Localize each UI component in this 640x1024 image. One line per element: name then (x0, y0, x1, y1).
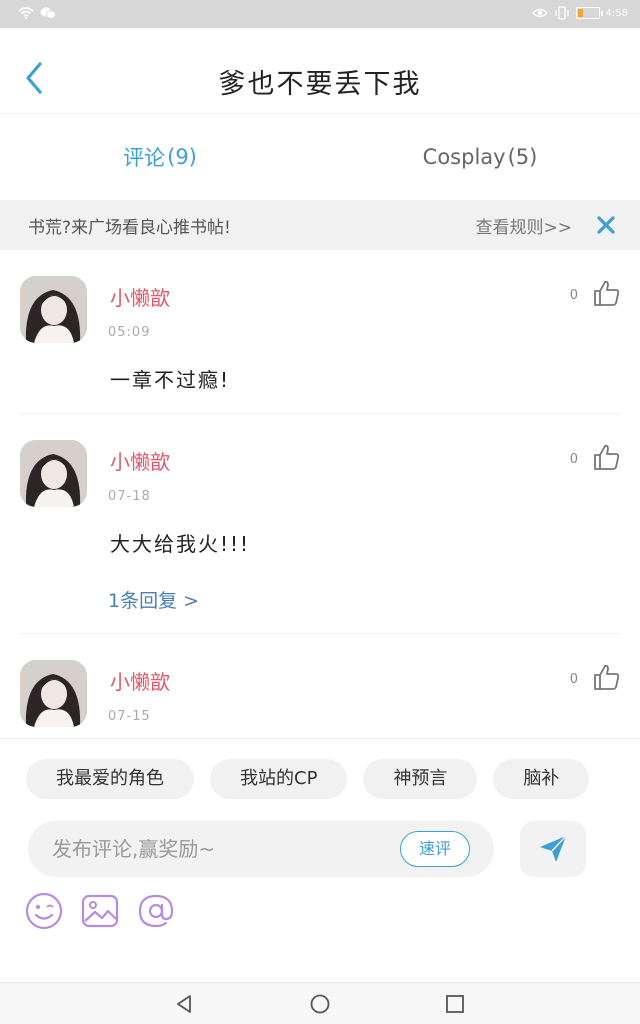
clock: 4:58 (605, 7, 628, 19)
comment-time: 07-18 (108, 489, 151, 504)
send-icon (540, 835, 567, 862)
back-triangle-icon[interactable] (173, 993, 195, 1015)
avatar-image (20, 660, 87, 727)
like-count: 0 (569, 672, 578, 687)
comment-time: 05:09 (108, 325, 151, 340)
emoji-icon[interactable] (24, 891, 64, 931)
send-button[interactable] (520, 821, 586, 877)
quick-tag-bar: 我最爱的角色 我站的CP 神预言 脑补 (26, 759, 640, 799)
comment-item: 小懒歆 07-18 大大给我火!!! 1条回复 > 0 (20, 414, 620, 634)
rules-link[interactable]: 查看规则>> (476, 213, 573, 238)
thumbs-up-icon[interactable] (592, 279, 620, 307)
like-count: 0 (569, 452, 578, 467)
close-icon[interactable] (596, 215, 616, 235)
page-title: 爹也不要丢下我 (218, 69, 422, 100)
tab-comments-label: 评论 (123, 146, 166, 170)
avatar[interactable] (20, 440, 87, 507)
app-header: 爹也不要丢下我 (0, 28, 640, 114)
tab-comments-count: (9) (167, 145, 197, 169)
tab-comments[interactable]: 评论 (9) (0, 114, 320, 200)
comment-composer: 我最爱的角色我站的CP 神预言脑补 速评 (0, 738, 640, 982)
wifi-icon (18, 7, 34, 20)
comment-item: 小懒歆 07-15 0 (20, 634, 620, 738)
recents-square-icon[interactable] (444, 993, 466, 1015)
comment-item: 小懒歆 05:09 一章不过瘾! 0 (20, 250, 620, 414)
comment-username[interactable]: 小懒歆 (110, 282, 170, 311)
wechat-icon (40, 7, 56, 19)
comment-input-box: 速评 (28, 821, 494, 877)
vibrate-icon (554, 6, 569, 20)
quick-tag-chip[interactable]: 脑补 (493, 759, 590, 799)
at-icon[interactable] (136, 891, 176, 931)
tab-cosplay-count: (5) (507, 145, 538, 169)
comment-text: 大大给我火!!! (110, 532, 251, 556)
avatar-image (20, 440, 87, 507)
avatar[interactable] (20, 660, 87, 727)
eye-icon (531, 8, 548, 18)
like-count: 0 (569, 288, 578, 303)
battery-icon (575, 7, 603, 19)
comment-text: 一章不过瘾! (110, 368, 231, 392)
notice-banner: 书荒?来广场看良心推书帖! 查看规则>> (0, 200, 640, 250)
comment-username[interactable]: 小懒歆 (110, 446, 170, 475)
tab-cosplay-label: Cosplay (422, 145, 506, 169)
quick-tag-chip[interactable]: 我站的CP (210, 759, 348, 799)
comment-list: 小懒歆 05:09 一章不过瘾! 0 小懒歆 07-18 大大给我火!!! 1条… (0, 250, 640, 738)
system-nav-bar (0, 982, 640, 1024)
avatar[interactable] (20, 276, 87, 343)
status-bar: 4:58 (0, 0, 640, 28)
quick-comment-button[interactable]: 速评 (400, 831, 470, 867)
quick-tag-chip[interactable]: 我最爱的角色 (26, 759, 194, 799)
composer-tools (24, 891, 176, 931)
avatar-image (20, 276, 87, 343)
image-icon[interactable] (80, 891, 120, 931)
notice-text: 书荒?来广场看良心推书帖! (28, 217, 231, 238)
thumbs-up-icon[interactable] (592, 663, 620, 691)
tab-bar: 评论 (9) Cosplay (5) (0, 114, 640, 200)
thumbs-up-icon[interactable] (592, 443, 620, 471)
comment-time: 07-15 (108, 709, 151, 724)
comment-input[interactable] (52, 821, 392, 877)
replies-link[interactable]: 1条回复 > (108, 586, 199, 613)
comment-username[interactable]: 小懒歆 (110, 666, 170, 695)
tab-cosplay[interactable]: Cosplay (5) (320, 114, 640, 200)
home-circle-icon[interactable] (309, 993, 331, 1015)
quick-tag-chip[interactable]: 神预言 (363, 759, 478, 799)
